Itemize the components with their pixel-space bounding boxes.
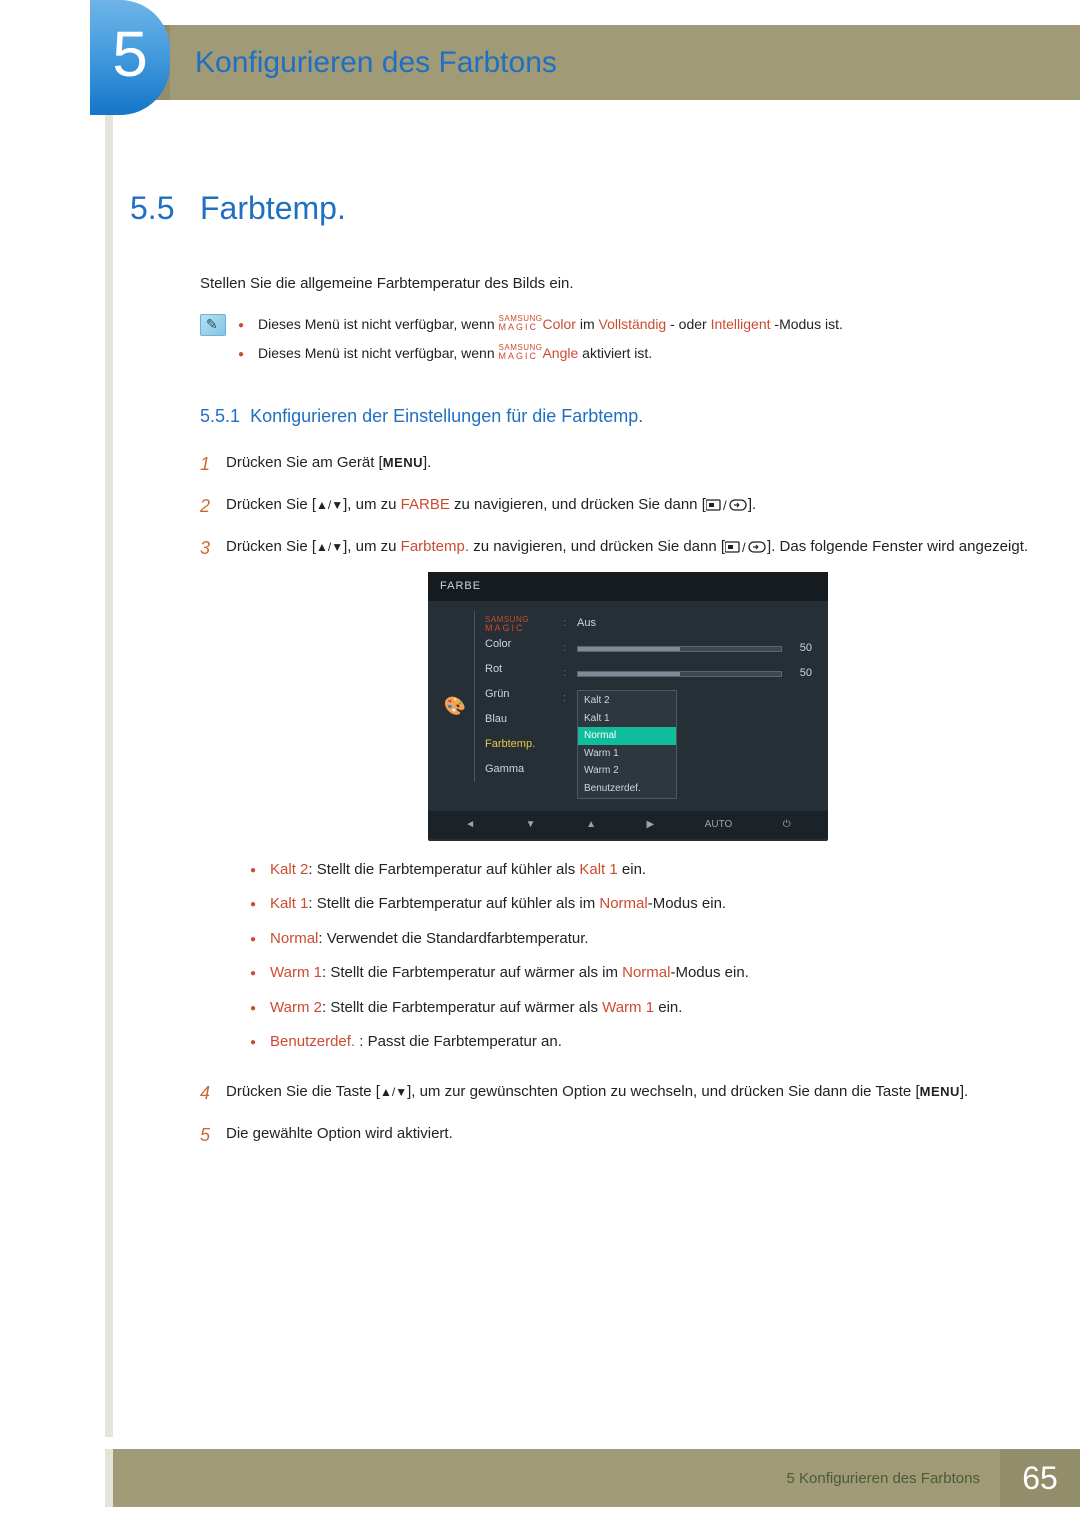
osd-label: Gamma [474, 757, 555, 782]
osd-value-row: :50 [563, 636, 812, 661]
subsection-heading: 5.5.1 Konfigurieren der Einstellungen fü… [200, 406, 1030, 427]
note-text: Dieses Menü ist nicht verfügbar, wenn SA… [258, 314, 843, 335]
samsung-magic-logo: SAMSUNGMAGIC [485, 615, 529, 633]
step-item: 1 Drücken Sie am Gerät [MENU]. [200, 451, 1030, 479]
osd-nav-left-icon: ◄ [465, 817, 475, 833]
section-number: 5.5 [130, 190, 200, 227]
section-intro: Stellen Sie die allgemeine Farbtemperatu… [200, 275, 1030, 292]
chapter-number: 5 [112, 17, 148, 91]
osd-value-row: :50 [563, 661, 812, 686]
footer-text: 5 Konfigurieren des Farbtons [787, 1470, 980, 1487]
option-item: ●Kalt 2: Stellt die Farbtemperatur auf k… [226, 859, 1030, 882]
steps-list: 1 Drücken Sie am Gerät [MENU]. 2 Drücken… [200, 451, 1030, 1150]
step-item: 2 Drücken Sie [▲/▼], um zu FARBE zu navi… [200, 493, 1030, 521]
section-heading: 5.5Farbtemp. [130, 190, 1030, 227]
note-item: ● Dieses Menü ist nicht verfügbar, wenn … [238, 343, 1030, 364]
osd-footer: ◄ ▼ ▲ ▶ AUTO ⏻ [428, 811, 828, 839]
subsection-number: 5.5.1 [200, 406, 240, 426]
step-text: Die gewählte Option wird aktiviert. [226, 1122, 1030, 1150]
osd-nav-enter-icon: ▶ [646, 817, 654, 833]
note-list: ● Dieses Menü ist nicht verfügbar, wenn … [238, 314, 1030, 372]
step-text: Drücken Sie [▲/▼], um zu FARBE zu navigi… [226, 493, 1030, 521]
slider [577, 646, 782, 652]
samsung-magic-logo: SAMSUNGMAGIC [499, 314, 543, 332]
osd-label-selected: Farbtemp. [474, 732, 555, 757]
svg-text:/: / [723, 498, 727, 512]
footer-bar: 5 Konfigurieren des Farbtons [113, 1449, 1000, 1507]
palette-icon: 🎨 [442, 611, 468, 803]
step-number: 3 [200, 535, 226, 1066]
osd-title: FARBE [428, 572, 828, 601]
menu-button-label: MENU [383, 455, 423, 470]
option-item: ●Warm 1: Stellt die Farbtemperatur auf w… [226, 962, 1030, 985]
osd-value-row: :Aus [563, 611, 812, 636]
page-number: 65 [1022, 1460, 1058, 1497]
updown-icon: ▲/▼ [316, 498, 343, 512]
osd-auto-label: AUTO [705, 817, 733, 833]
step-number: 5 [200, 1122, 226, 1150]
osd-label: Rot [474, 657, 555, 682]
bullet-icon: ● [250, 1035, 256, 1054]
osd-window: FARBE 🎨 SAMSUNGMAGIC Color Rot Grün Blau… [428, 572, 828, 841]
step-text: Drücken Sie die Taste [▲/▼], um zur gewü… [226, 1080, 1030, 1108]
note-block: ● Dieses Menü ist nicht verfügbar, wenn … [200, 314, 1030, 372]
menu-button-label: MENU [920, 1084, 960, 1099]
note-text: Dieses Menü ist nicht verfügbar, wenn SA… [258, 343, 652, 364]
dropdown-option: Benutzerdef. [578, 780, 676, 798]
step-number: 4 [200, 1080, 226, 1108]
source-enter-icon: / [706, 498, 748, 512]
osd-label: Grün [474, 682, 555, 707]
step-number: 1 [200, 451, 226, 479]
bullet-icon: ● [250, 1001, 256, 1020]
slider [577, 671, 782, 677]
step-item: 3 Drücken Sie [▲/▼], um zu Farbtemp. zu … [200, 535, 1030, 1066]
samsung-magic-logo: SAMSUNGMAGIC [499, 343, 543, 361]
bullet-icon: ● [250, 897, 256, 916]
option-item: ●Normal: Verwendet die Standardfarbtempe… [226, 928, 1030, 951]
step-text: Drücken Sie am Gerät [MENU]. [226, 451, 1030, 479]
dropdown-option-selected: Normal [578, 727, 676, 745]
updown-icon: ▲/▼ [380, 1085, 407, 1099]
step-number: 2 [200, 493, 226, 521]
option-item: ●Kalt 1: Stellt die Farbtemperatur auf k… [226, 893, 1030, 916]
step-item: 4 Drücken Sie die Taste [▲/▼], um zur ge… [200, 1080, 1030, 1108]
step-item: 5 Die gewählte Option wird aktiviert. [200, 1122, 1030, 1150]
dropdown-option: Warm 2 [578, 762, 676, 780]
step-text: Drücken Sie [▲/▼], um zu Farbtemp. zu na… [226, 535, 1030, 1066]
note-icon [200, 314, 226, 336]
option-item: ●Benutzerdef. : Passt die Farbtemperatur… [226, 1031, 1030, 1054]
dropdown-option: Kalt 1 [578, 710, 676, 728]
page-number-box: 65 [1000, 1449, 1080, 1507]
side-strip [105, 115, 113, 1437]
osd-power-icon: ⏻ [783, 817, 791, 833]
updown-icon: ▲/▼ [316, 540, 343, 554]
osd-nav-up-icon: ▲ [586, 817, 596, 833]
dropdown-option: Warm 1 [578, 745, 676, 763]
svg-text:/: / [742, 540, 746, 554]
dropdown-option: Kalt 2 [578, 692, 676, 710]
subsection-title: Konfigurieren der Einstellungen für die … [250, 406, 643, 426]
osd-dropdown: Kalt 2 Kalt 1 Normal Warm 1 Warm 2 Benut… [577, 690, 677, 799]
page-footer: 5 Konfigurieren des Farbtons 65 [105, 1449, 1080, 1507]
bullet-icon: ● [250, 966, 256, 985]
bullet-icon: ● [250, 863, 256, 882]
osd-nav-down-icon: ▼ [526, 817, 536, 833]
option-item: ●Warm 2: Stellt die Farbtemperatur auf w… [226, 997, 1030, 1020]
page-content: 5.5Farbtemp. Stellen Sie die allgemeine … [130, 0, 1030, 1164]
osd-label: Blau [474, 707, 555, 732]
bullet-icon: ● [238, 347, 244, 364]
osd-labels: SAMSUNGMAGIC Color Rot Grün Blau Farbtem… [468, 611, 563, 803]
osd-body: 🎨 SAMSUNGMAGIC Color Rot Grün Blau Farbt… [428, 601, 828, 811]
option-list: ●Kalt 2: Stellt die Farbtemperatur auf k… [226, 859, 1030, 1054]
source-enter-icon: / [725, 540, 767, 554]
osd-label: SAMSUNGMAGIC Color [474, 611, 555, 657]
bullet-icon: ● [250, 932, 256, 951]
osd-values: :Aus :50 :50 : Kalt 2 Kalt 1 Normal Warm… [563, 611, 812, 803]
osd-value-row: : Kalt 2 Kalt 1 Normal Warm 1 Warm 2 Ben… [563, 686, 812, 803]
note-item: ● Dieses Menü ist nicht verfügbar, wenn … [238, 314, 1030, 335]
footer-stripe [105, 1449, 113, 1507]
bullet-icon: ● [238, 318, 244, 335]
section-title: Farbtemp. [200, 190, 346, 226]
